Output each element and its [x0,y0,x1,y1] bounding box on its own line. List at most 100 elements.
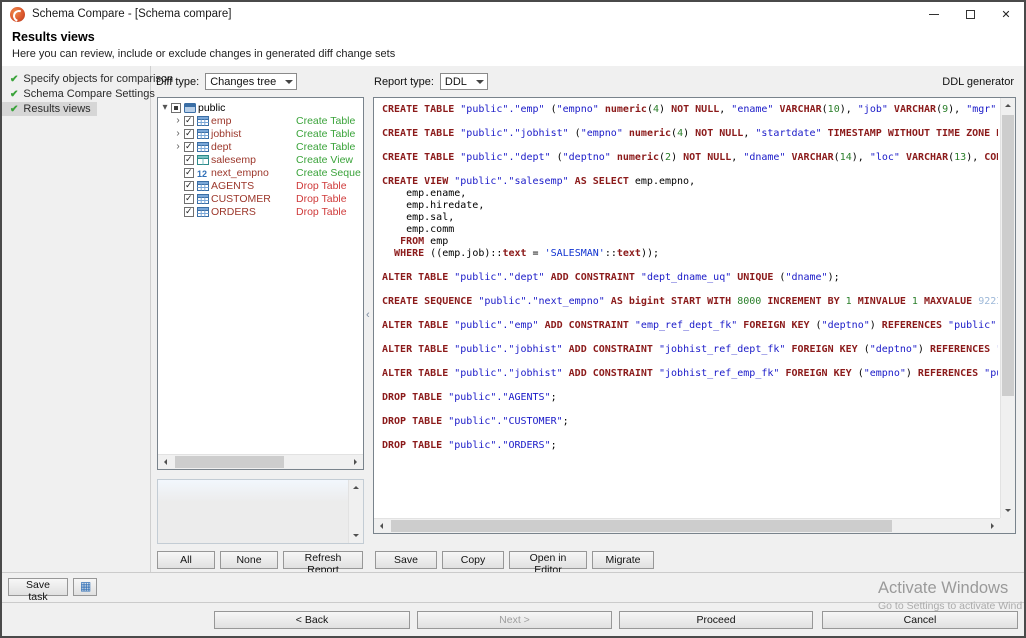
detail-vertical-scrollbar[interactable] [348,480,363,543]
svg-text:12: 12 [197,169,207,178]
code-line: ALTER TABLE "public"."emp" ADD CONSTRAIN… [382,320,998,332]
report-type-select[interactable]: DDL [440,73,488,90]
scroll-thumb[interactable] [391,520,892,532]
code-vertical-scrollbar[interactable] [1000,98,1015,518]
scroll-thumb[interactable] [175,456,284,468]
object-name: salesemp [211,154,256,166]
schedule-task-button[interactable]: ▦ [73,578,97,596]
code-line: DROP TABLE "public"."ORDERS"; [382,440,998,452]
arrow-right-icon [991,523,997,529]
tree-actions: All None Refresh Report [157,551,363,569]
code-line [382,380,998,392]
wizard-step[interactable]: Results views [2,102,97,116]
scroll-up-button[interactable] [349,480,363,495]
code-line: ALTER TABLE "public"."jobhist" ADD CONST… [382,344,998,356]
select-all-button[interactable]: All [157,551,215,569]
scroll-track[interactable] [349,495,363,528]
code-line: CREATE VIEW "public"."salesemp" AS SELEC… [382,176,998,188]
open-in-editor-button[interactable]: Open in Editor [509,551,587,569]
tree-item-row[interactable]: ORDERSDrop Table [160,205,361,218]
wizard-step[interactable]: Specify objects for comparison [2,72,179,86]
maximize-icon [966,10,975,19]
sequence-icon: 12 [197,168,211,178]
tree-item-row[interactable]: CUSTOMERDrop Table [160,192,361,205]
page-header: Results views Here you can review, inclu… [2,26,1024,66]
title-bar[interactable]: Schema Compare - [Schema compare] [2,2,1024,26]
select-none-button[interactable]: None [220,551,278,569]
object-name: public [198,102,225,114]
scroll-left-button[interactable] [374,519,389,533]
scroll-track[interactable] [1001,113,1015,503]
object-name: jobhist [211,128,241,140]
report-type-row: Report type: DDL DDL generator [374,73,1014,90]
code-line [382,260,998,272]
include-checkbox[interactable] [184,129,194,139]
scroll-track[interactable] [173,455,348,469]
refresh-report-button[interactable]: Refresh Report [283,551,363,569]
maximize-button[interactable] [952,2,988,26]
tree-horizontal-scrollbar[interactable] [158,454,363,469]
include-checkbox[interactable] [184,142,194,152]
diff-type-row: Diff type: Changes tree [156,73,364,90]
include-checkbox[interactable] [184,207,194,217]
window-controls [916,2,1024,26]
include-checkbox[interactable] [184,168,194,178]
code-line: ALTER TABLE "public"."jobhist" ADD CONST… [382,368,998,380]
scroll-right-button[interactable] [348,455,363,469]
code-horizontal-scrollbar[interactable] [374,518,1000,533]
arrow-up-icon [1005,101,1011,107]
wizard-step-label: Schema Compare Settings [23,88,154,100]
cancel-button[interactable]: Cancel [822,611,1018,629]
collapse-icon[interactable]: ▾ [160,103,170,113]
report-type-label: Report type: [374,76,434,88]
scroll-up-button[interactable] [1001,98,1015,113]
migrate-button[interactable]: Migrate [592,551,654,569]
expand-icon[interactable]: › [173,129,183,139]
tree-item-row[interactable]: ›empCreate Table [160,114,361,127]
close-button[interactable] [988,2,1024,26]
include-checkbox[interactable] [184,155,194,165]
diff-type-select[interactable]: Changes tree [205,73,297,90]
tree-item-row[interactable]: AGENTSDrop Table [160,179,361,192]
scroll-right-button[interactable] [985,519,1000,533]
include-checkbox[interactable] [171,103,181,113]
scroll-thumb[interactable] [1002,115,1014,396]
include-checkbox[interactable] [184,116,194,126]
scroll-down-button[interactable] [349,528,363,543]
table-icon [197,194,211,204]
next-button[interactable]: Next > [417,611,612,629]
save-task-button[interactable]: Save task [8,578,68,596]
arrow-left-icon [377,523,383,529]
tree-root-row[interactable]: ▾ public [160,101,361,114]
chevron-down-icon [476,80,484,88]
tree-item-row[interactable]: ›deptCreate Table [160,140,361,153]
wizard-step[interactable]: Schema Compare Settings [2,87,161,101]
arrow-right-icon [354,459,360,465]
scroll-down-button[interactable] [1001,503,1015,518]
scroll-left-button[interactable] [158,455,173,469]
change-action: Drop Table [296,180,347,192]
tree-item-row[interactable]: salesempCreate View [160,153,361,166]
copy-button[interactable]: Copy [442,551,504,569]
include-checkbox[interactable] [184,181,194,191]
code-line: emp.hiredate, [382,200,998,212]
change-action: Drop Table [296,193,347,205]
table-icon [197,129,211,139]
minimize-button[interactable] [916,2,952,26]
diff-type-value: Changes tree [210,76,292,88]
change-detail-panel [157,479,364,544]
tree-item-row[interactable]: 12next_empnoCreate Sequence [160,166,361,179]
save-button[interactable]: Save [375,551,437,569]
expand-icon[interactable]: › [173,142,183,152]
scroll-track[interactable] [389,519,985,533]
ddl-code[interactable]: CREATE TABLE "public"."emp" ("empno" num… [382,104,998,516]
wizard-steps: Specify objects for comparisonSchema Com… [2,66,151,572]
back-button[interactable]: < Back [214,611,410,629]
change-action: Create Table [296,141,355,153]
code-line [382,308,998,320]
page-subtitle: Here you can review, include or exclude … [12,48,1014,60]
tree-item-row[interactable]: ›jobhistCreate Table [160,127,361,140]
include-checkbox[interactable] [184,194,194,204]
proceed-button[interactable]: Proceed [619,611,813,629]
expand-icon[interactable]: › [173,116,183,126]
